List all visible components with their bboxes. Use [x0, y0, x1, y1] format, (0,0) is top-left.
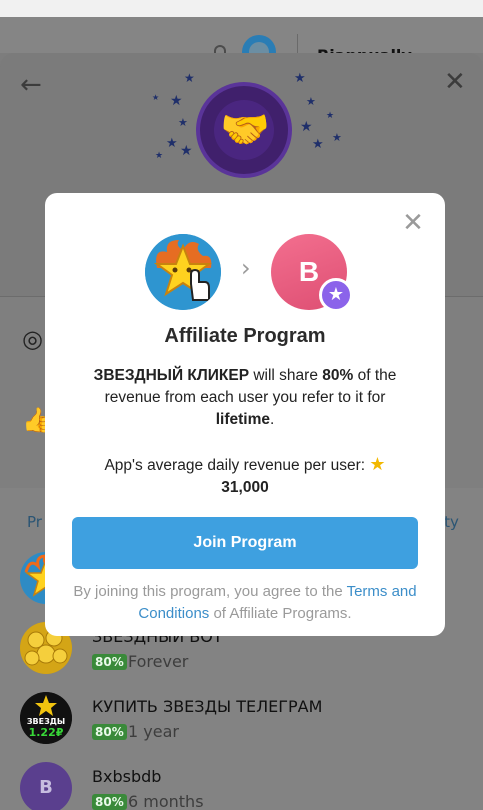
revenue-value: 31,000 — [221, 479, 269, 496]
star-icon: ★ — [184, 71, 195, 85]
app-name: Bxbsbdb — [92, 767, 162, 786]
app-name: КУПИТЬ ЗВЕЗДЫ ТЕЛЕГРАМ — [92, 697, 323, 716]
legal-post: of Affiliate Programs. — [209, 605, 352, 622]
affiliate-program-dialog: ✕ › B ★ Affiliate Program ЗВЕЗДНЫЙ КЛИКЕ… — [45, 193, 445, 636]
star-icon: ★ — [294, 71, 306, 86]
star-fire-icon — [145, 234, 221, 310]
duration-text: 6 months — [128, 792, 204, 810]
chevron-right-icon: › — [241, 254, 251, 282]
star-icon: ★ — [369, 454, 386, 474]
top-bar — [0, 0, 483, 17]
star-icon: ★ — [170, 93, 183, 109]
back-arrow-icon[interactable]: ← — [20, 72, 42, 98]
revenue-label: App's average daily revenue per user: — [104, 457, 366, 474]
eye-settings-icon: ◎ — [22, 325, 43, 353]
tab-left[interactable]: Pr — [27, 513, 42, 531]
app-avatar — [145, 234, 221, 310]
commission-percent: 80% — [322, 367, 354, 384]
handshake-icon: 🤝 — [220, 107, 270, 153]
star-icon: ★ — [326, 111, 335, 121]
avatar-text-top: ЗВЕЗДЫ — [27, 717, 65, 726]
dialog-description: ЗВЕЗДНЫЙ КЛИКЕР will share 80% of the re… — [75, 365, 415, 431]
desc-text-3: . — [269, 411, 275, 428]
star-icon: ★ — [178, 116, 188, 129]
avatar-text-bottom: 1.22₽ — [29, 726, 64, 739]
legal-text: By joining this program, you agree to th… — [65, 581, 425, 625]
star-icon: ★ — [180, 143, 193, 159]
dialog-title: Affiliate Program — [164, 325, 326, 347]
list-item[interactable]: B Bxbsbdb 80% 6 months — [0, 760, 483, 810]
desc-text-1: will share — [249, 367, 323, 384]
avatar: B — [20, 762, 72, 810]
avatar: ЗВЕЗДЫ 1.22₽ — [20, 692, 72, 744]
close-icon[interactable]: ✕ — [401, 210, 425, 236]
commission-badge: 80% — [92, 794, 127, 810]
stars-shop-logo: ЗВЕЗДЫ 1.22₽ — [20, 692, 72, 744]
chat-header: Biannually — [0, 17, 483, 70]
star-icon: ★ — [152, 93, 160, 102]
star-icon: ★ — [166, 136, 178, 151]
join-program-button[interactable]: Join Program — [72, 517, 418, 569]
sheet-close-icon[interactable]: ✕ — [444, 69, 466, 95]
legal-pre: By joining this program, you agree to th… — [73, 583, 347, 600]
bot-name: ЗВЕЗДНЫЙ КЛИКЕР — [93, 367, 250, 384]
duration-text: 1 year — [128, 722, 179, 741]
star-icon: ★ — [300, 119, 313, 135]
commission-badge: 80% — [92, 724, 127, 740]
star-icon: ★ — [332, 131, 342, 144]
list-item[interactable]: ЗВЕЗДЫ 1.22₽ КУПИТЬ ЗВЕЗДЫ ТЕЛЕГРАМ 80% … — [0, 690, 483, 760]
commission-badge: 80% — [92, 654, 127, 670]
duration-text: Forever — [128, 652, 189, 671]
duration-lifetime: lifetime — [215, 411, 270, 428]
revenue-info: App's average daily revenue per user: ★ … — [75, 453, 415, 499]
star-icon: ★ — [155, 151, 164, 161]
star-icon: ★ — [306, 95, 316, 108]
star-icon: ★ — [312, 137, 324, 152]
premium-star-icon: ★ — [319, 278, 353, 312]
